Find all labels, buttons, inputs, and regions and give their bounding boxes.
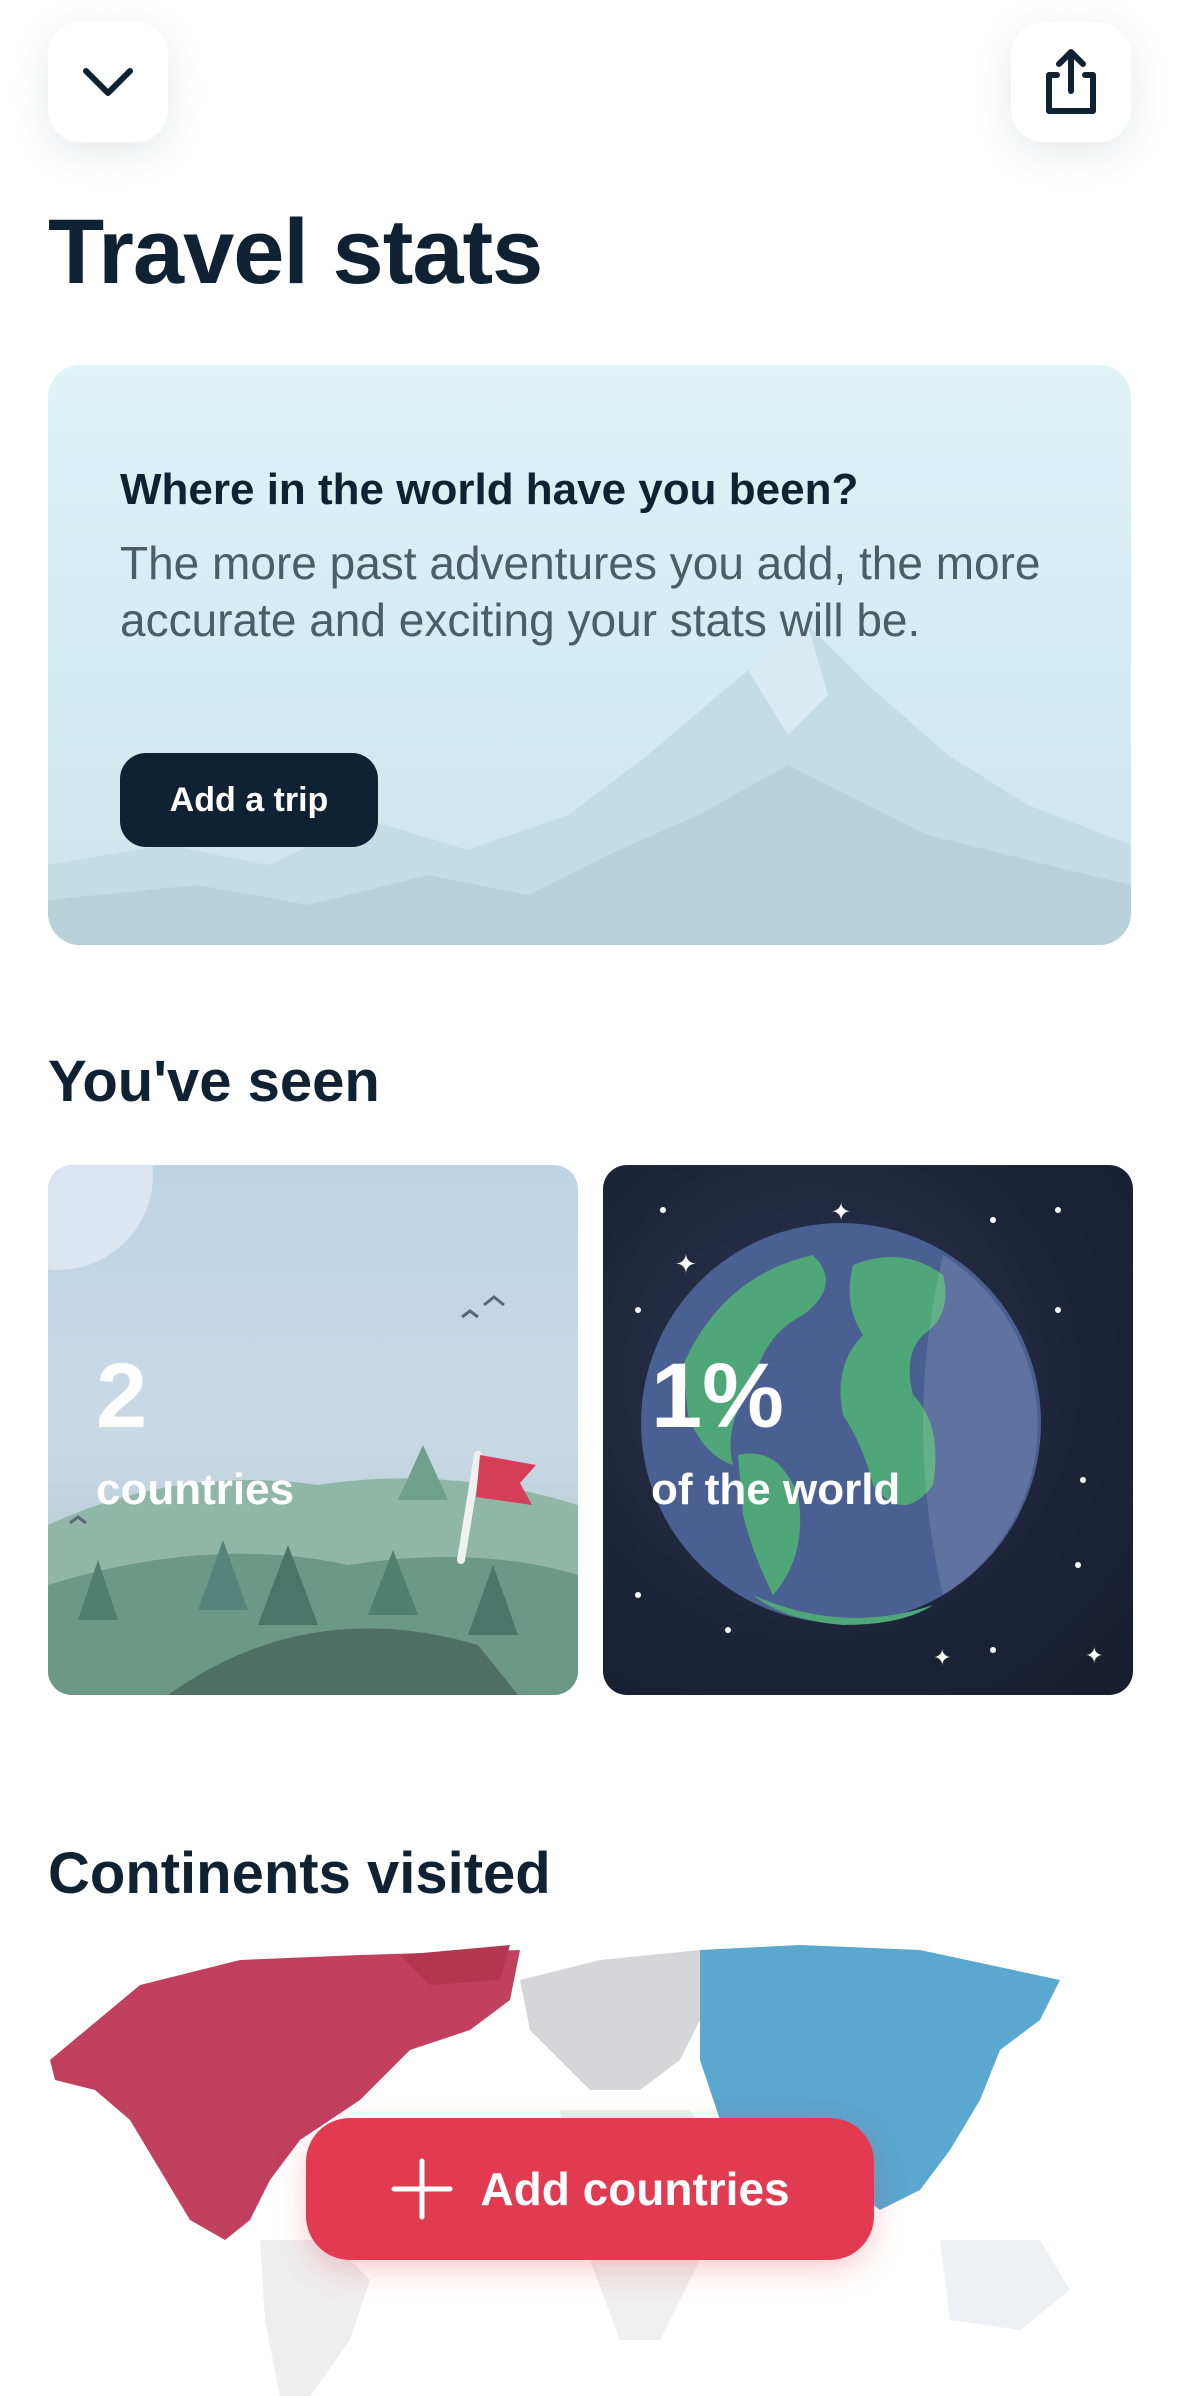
svg-text:✦: ✦ [831,1198,851,1226]
hero-body: The more past adventures you add, the mo… [120,537,1041,646]
collapse-button[interactable] [48,22,168,142]
plus-icon [391,2158,453,2220]
add-countries-button[interactable]: Add countries [306,2118,874,2260]
travel-stats-page: Travel stats Where in the world have you… [0,0,1179,2396]
svg-text:✦: ✦ [1085,1644,1103,1669]
svg-text:✦: ✦ [933,1646,951,1671]
world-stat-card[interactable]: ✦ ✦ ✦ ✦ 1% of the world [603,1165,1133,1695]
add-trip-card: Where in the world have you been? The mo… [48,365,1131,945]
chevron-down-icon [83,68,133,96]
page-title: Travel stats [48,201,543,303]
countries-count: 2 [96,1345,148,1447]
countries-stat-card[interactable]: 2 countries [48,1165,578,1695]
world-label: of the world [651,1465,901,1514]
countries-label: countries [96,1465,295,1514]
world-percentage: 1% [651,1345,784,1447]
add-countries-label: Add countries [480,2163,790,2215]
seen-section-title: You've seen [48,1049,380,1114]
add-trip-button[interactable]: Add a trip [120,753,378,847]
share-button[interactable] [1011,22,1131,142]
hero-heading: Where in the world have you been? [120,465,859,514]
continents-section-title: Continents visited [48,1841,551,1906]
svg-text:✦: ✦ [675,1250,697,1280]
share-icon [1046,49,1096,114]
